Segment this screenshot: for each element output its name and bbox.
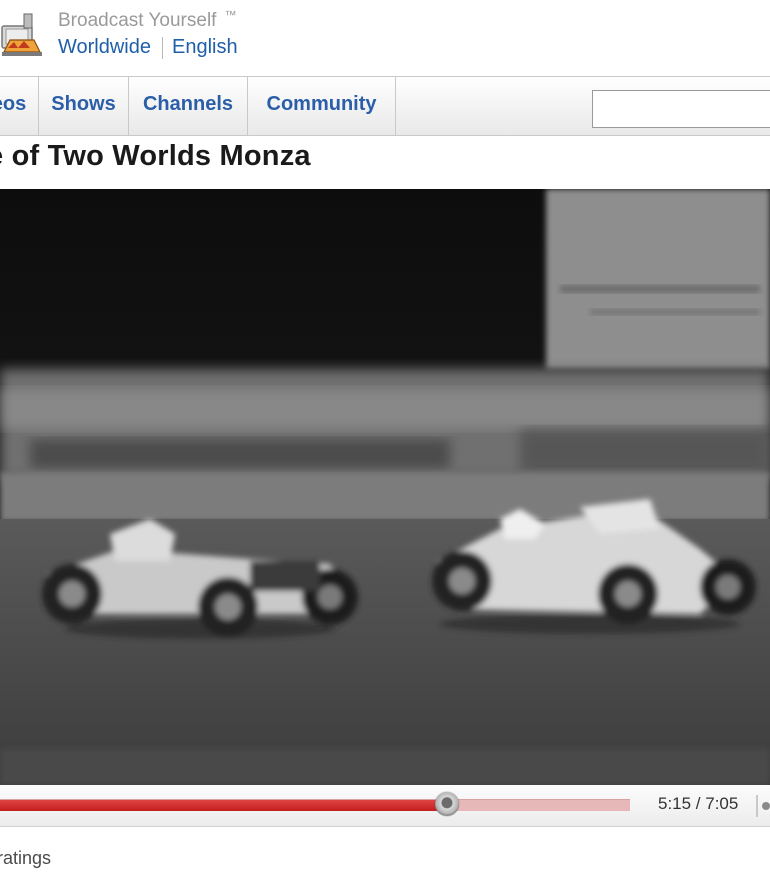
logo-icon[interactable] (0, 8, 44, 60)
tab-shows[interactable]: Shows (39, 77, 129, 135)
player-controls: 5:15 / 7:05 (0, 785, 770, 827)
progress-played (0, 800, 448, 811)
scrubber-knob-icon[interactable] (435, 792, 460, 816)
tagline-text: Broadcast Yourself (58, 10, 217, 31)
main-nav: eos Shows Channels Community (0, 76, 770, 136)
video-title: e of Two Worlds Monza (0, 140, 311, 172)
region-link[interactable]: Worldwide (58, 36, 151, 58)
control-divider (756, 795, 758, 817)
video-frame-image (0, 189, 770, 785)
locale-divider (162, 36, 163, 59)
video-player[interactable] (0, 189, 770, 785)
locale-selector: Worldwide English (58, 36, 238, 59)
trademark-mark: ™ (224, 8, 237, 22)
ratings-label: ratings (0, 848, 52, 868)
progress-bar[interactable] (0, 792, 630, 816)
tab-channels[interactable]: Channels (129, 77, 248, 135)
language-link[interactable]: English (172, 36, 238, 58)
tab-community[interactable]: Community (248, 77, 396, 135)
search-input[interactable] (592, 90, 770, 128)
volume-icon[interactable] (762, 802, 770, 810)
tab-videos[interactable]: eos (0, 77, 39, 135)
time-display: 5:15 / 7:05 (658, 794, 739, 813)
tagline: Broadcast Yourself ™ (58, 8, 237, 32)
